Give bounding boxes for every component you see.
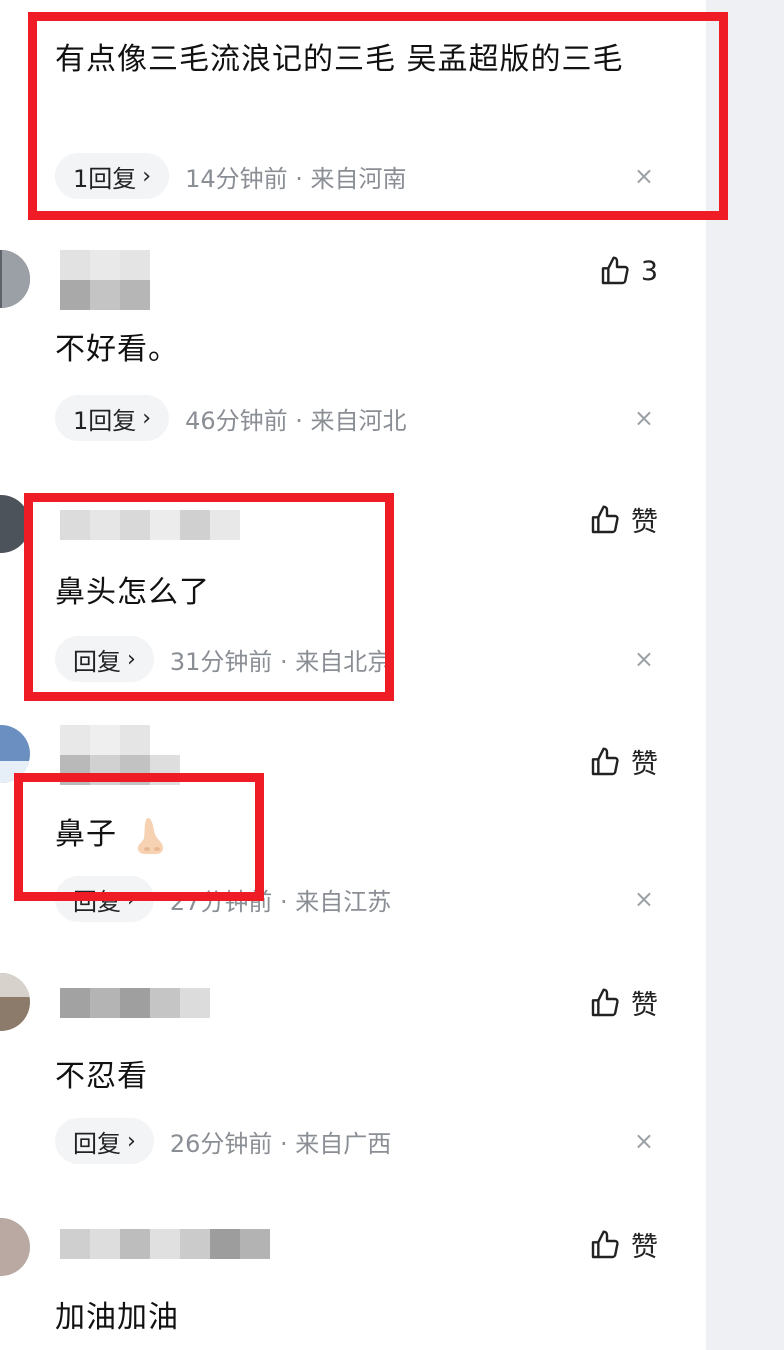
comment-text: 不忍看 [55,1059,148,1094]
username-blurred[interactable] [60,725,180,785]
comment-item: 3 不好看。 1回复 › 46分钟前 · 来自河北 × [0,245,706,475]
close-icon[interactable]: × [634,404,654,432]
thumbs-up-icon [591,504,619,533]
like-label: 赞 [631,990,658,1021]
username-blurred[interactable] [60,1229,270,1259]
like-button[interactable]: 赞 [589,1225,658,1264]
like-button[interactable]: 赞 [589,742,658,781]
comment-item: 赞 不忍看 回复 › 26分钟前 · 来自广西 × [0,968,706,1198]
highlight-box [24,493,394,701]
thumbs-up-icon [591,746,619,775]
like-label: 赞 [631,507,658,538]
comment-list: 有点像三毛流浪记的三毛 吴孟超版的三毛 1回复 › 14分钟前 · 来自河南 ×… [0,0,728,1350]
chevron-right-icon: › [142,405,152,431]
like-button[interactable]: 3 [599,255,658,287]
like-button[interactable]: 赞 [589,500,658,539]
avatar[interactable] [0,1218,30,1276]
chevron-right-icon: › [127,1128,136,1154]
username-blurred[interactable] [60,250,150,310]
comment-text: 加油加油 [55,1300,179,1335]
reply-button[interactable]: 1回复 › [55,395,170,441]
thumbs-up-icon [591,987,619,1016]
comment-item: 赞 加油加油 [0,1213,706,1350]
thumbs-up-icon [601,256,629,285]
reply-label: 1回复 [73,406,137,435]
comment-meta: 1回复 › 46分钟前 · 来自河北 [55,395,407,441]
like-label: 赞 [631,1232,658,1263]
close-icon[interactable]: × [634,1127,654,1155]
like-count: 3 [640,255,658,287]
like-button[interactable]: 赞 [589,983,658,1022]
username-blurred[interactable] [60,988,210,1018]
avatar[interactable] [0,250,30,308]
time-location: 26分钟前 · 来自广西 [169,1129,392,1158]
close-icon[interactable]: × [634,885,654,913]
reply-label: 回复 [73,1129,121,1158]
reply-button[interactable]: 回复 › [55,1118,154,1164]
thumbs-up-icon [591,1229,619,1258]
time-location: 46分钟前 · 来自河北 [185,406,407,435]
close-icon[interactable]: × [634,645,654,673]
comment-meta: 回复 › 26分钟前 · 来自广西 [55,1118,391,1164]
like-label: 赞 [631,749,658,780]
highlight-box [14,773,264,901]
comment-text: 不好看。 [55,332,179,367]
avatar[interactable] [0,973,30,1031]
highlight-box [28,12,728,220]
